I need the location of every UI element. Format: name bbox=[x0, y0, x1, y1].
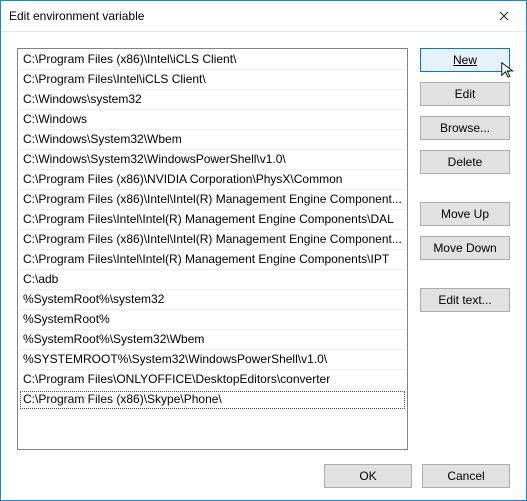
path-item[interactable]: %SystemRoot% bbox=[19, 310, 406, 330]
new-button[interactable]: New bbox=[420, 48, 510, 72]
path-item[interactable]: C:\Windows\system32 bbox=[19, 90, 406, 110]
close-button[interactable] bbox=[481, 1, 526, 31]
window-title: Edit environment variable bbox=[9, 9, 144, 23]
titlebar[interactable]: Edit environment variable bbox=[1, 1, 526, 32]
path-item[interactable]: C:\Program Files\Intel\Intel(R) Manageme… bbox=[19, 250, 406, 270]
ok-button[interactable]: OK bbox=[324, 464, 412, 488]
path-item[interactable]: C:\Windows bbox=[19, 110, 406, 130]
path-item[interactable]: C:\Program Files\Intel\Intel(R) Manageme… bbox=[19, 210, 406, 230]
dialog-footer: OK Cancel bbox=[17, 450, 510, 488]
move-up-button[interactable]: Move Up bbox=[420, 202, 510, 226]
path-item[interactable]: C:\Program Files\Intel\iCLS Client\ bbox=[19, 70, 406, 90]
path-item[interactable]: C:\Windows\System32\Wbem bbox=[19, 130, 406, 150]
path-item[interactable]: C:\adb bbox=[19, 270, 406, 290]
path-item[interactable]: C:\Program Files (x86)\Intel\iCLS Client… bbox=[19, 50, 406, 70]
path-item[interactable]: C:\Program Files\ONLYOFFICE\DesktopEdito… bbox=[19, 370, 406, 390]
main-row: C:\Program Files (x86)\Intel\iCLS Client… bbox=[17, 48, 510, 450]
path-item[interactable]: C:\Program Files (x86)\Intel\Intel(R) Ma… bbox=[19, 190, 406, 210]
path-item[interactable]: %SYSTEMROOT%\System32\WindowsPowerShell\… bbox=[19, 350, 406, 370]
path-item[interactable]: C:\Program Files (x86)\NVIDIA Corporatio… bbox=[19, 170, 406, 190]
edit-button[interactable]: Edit bbox=[420, 82, 510, 106]
dialog-content: C:\Program Files (x86)\Intel\iCLS Client… bbox=[1, 32, 526, 500]
path-item[interactable]: C:\Program Files (x86)\Intel\Intel(R) Ma… bbox=[19, 230, 406, 250]
path-item[interactable]: C:\Program Files (x86)\Skype\Phone\ bbox=[19, 390, 406, 410]
delete-button[interactable]: Delete bbox=[420, 150, 510, 174]
edit-env-var-dialog: Edit environment variable C:\Program Fil… bbox=[0, 0, 527, 501]
cancel-button[interactable]: Cancel bbox=[422, 464, 510, 488]
browse-button[interactable]: Browse... bbox=[420, 116, 510, 140]
path-listbox[interactable]: C:\Program Files (x86)\Intel\iCLS Client… bbox=[17, 48, 408, 450]
path-item[interactable]: C:\Windows\System32\WindowsPowerShell\v1… bbox=[19, 150, 406, 170]
edit-text-button[interactable]: Edit text... bbox=[420, 288, 510, 312]
path-item[interactable]: %SystemRoot%\System32\Wbem bbox=[19, 330, 406, 350]
side-buttons: New Edit Browse... Delete Move Up Move D… bbox=[420, 48, 510, 450]
close-icon bbox=[499, 11, 509, 21]
path-item[interactable]: %SystemRoot%\system32 bbox=[19, 290, 406, 310]
move-down-button[interactable]: Move Down bbox=[420, 236, 510, 260]
